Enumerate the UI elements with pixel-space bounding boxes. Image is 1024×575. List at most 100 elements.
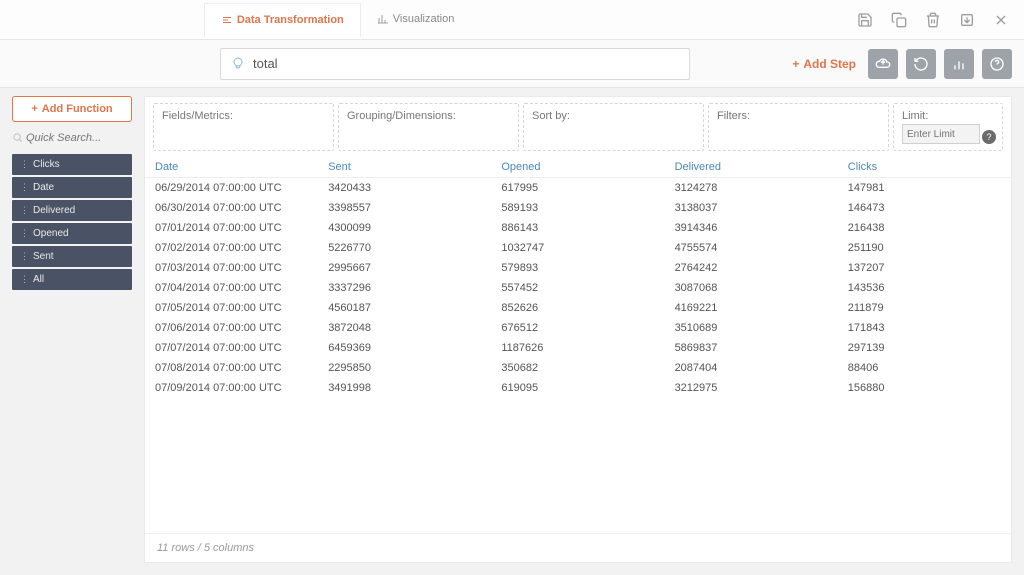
zone-label: Filters: bbox=[717, 110, 880, 122]
copy-icon[interactable] bbox=[888, 9, 910, 31]
cell-clicks: 297139 bbox=[838, 338, 1011, 358]
limit-input[interactable] bbox=[902, 124, 980, 144]
cell-delivered: 3138037 bbox=[665, 198, 838, 218]
drag-handle-icon: ⋮ bbox=[20, 205, 29, 216]
zone-limit: Limit: ? bbox=[893, 103, 1003, 151]
table-row[interactable]: 07/05/2014 07:00:00 UTC45601878526264169… bbox=[145, 298, 1011, 318]
cell-date: 07/02/2014 07:00:00 UTC bbox=[145, 238, 318, 258]
cell-opened: 886143 bbox=[491, 218, 664, 238]
step-function-input[interactable] bbox=[253, 56, 681, 71]
cell-date: 07/04/2014 07:00:00 UTC bbox=[145, 278, 318, 298]
refresh-button[interactable] bbox=[906, 49, 936, 79]
cell-date: 06/30/2014 07:00:00 UTC bbox=[145, 198, 318, 218]
close-icon[interactable] bbox=[990, 9, 1012, 31]
cell-date: 07/01/2014 07:00:00 UTC bbox=[145, 218, 318, 238]
metric-delivered[interactable]: ⋮Delivered bbox=[12, 200, 132, 221]
drag-handle-icon: ⋮ bbox=[20, 228, 29, 239]
zone-label: Fields/Metrics: bbox=[162, 110, 325, 122]
table-row[interactable]: 07/09/2014 07:00:00 UTC34919986190953212… bbox=[145, 378, 1011, 398]
cell-date: 07/07/2014 07:00:00 UTC bbox=[145, 338, 318, 358]
chart-icon bbox=[377, 13, 389, 25]
topbar: Data Transformation Visualization bbox=[0, 0, 1024, 40]
cell-sent: 3872048 bbox=[318, 318, 491, 338]
data-table: DateSentOpenedDeliveredClicks 06/29/2014… bbox=[145, 157, 1011, 398]
add-step-label: Add Step bbox=[803, 57, 856, 71]
cell-clicks: 88406 bbox=[838, 358, 1011, 378]
zone-sort[interactable]: Sort by: bbox=[523, 103, 704, 151]
cell-sent: 6459369 bbox=[318, 338, 491, 358]
col-header-delivered[interactable]: Delivered bbox=[665, 157, 838, 178]
analytics-button[interactable] bbox=[944, 49, 974, 79]
cell-delivered: 2087404 bbox=[665, 358, 838, 378]
body: + Add Function ⋮Clicks⋮Date⋮Delivered⋮Op… bbox=[0, 88, 1024, 575]
zone-fields[interactable]: Fields/Metrics: bbox=[153, 103, 334, 151]
metric-date[interactable]: ⋮ Date bbox=[12, 177, 132, 198]
drop-zones: Fields/Metrics: Grouping/Dimensions: Sor… bbox=[145, 97, 1011, 157]
table-wrap: DateSentOpenedDeliveredClicks 06/29/2014… bbox=[145, 157, 1011, 533]
cell-sent: 4560187 bbox=[318, 298, 491, 318]
cell-date: 07/08/2014 07:00:00 UTC bbox=[145, 358, 318, 378]
metric-label: Date bbox=[33, 182, 54, 193]
cell-sent: 3337296 bbox=[318, 278, 491, 298]
plus-icon: + bbox=[31, 103, 37, 115]
zone-grouping[interactable]: Grouping/Dimensions: bbox=[338, 103, 519, 151]
tab-data-transformation[interactable]: Data Transformation bbox=[204, 3, 361, 37]
metric-clicks[interactable]: ⋮Clicks bbox=[12, 154, 132, 175]
cell-date: 07/09/2014 07:00:00 UTC bbox=[145, 378, 318, 398]
transform-icon bbox=[221, 14, 233, 26]
table-header-row: DateSentOpenedDeliveredClicks bbox=[145, 157, 1011, 178]
step-row: + Add Step bbox=[0, 40, 1024, 88]
zone-label: Grouping/Dimensions: bbox=[347, 110, 510, 122]
help-button[interactable] bbox=[982, 49, 1012, 79]
metric-label: Clicks bbox=[33, 159, 60, 170]
add-step-button[interactable]: + Add Step bbox=[792, 57, 856, 71]
cell-sent: 5226770 bbox=[318, 238, 491, 258]
limit-help-icon[interactable]: ? bbox=[982, 130, 996, 144]
metric-opened[interactable]: ⋮Opened bbox=[12, 223, 132, 244]
table-row[interactable]: 07/08/2014 07:00:00 UTC22958503506822087… bbox=[145, 358, 1011, 378]
trash-icon[interactable] bbox=[922, 9, 944, 31]
step-search-box[interactable] bbox=[220, 48, 690, 80]
col-header-clicks[interactable]: Clicks bbox=[838, 157, 1011, 178]
cell-sent: 3420433 bbox=[318, 178, 491, 199]
main-panel: Fields/Metrics: Grouping/Dimensions: Sor… bbox=[144, 96, 1012, 563]
zone-label: Sort by: bbox=[532, 110, 695, 122]
cell-clicks: 143536 bbox=[838, 278, 1011, 298]
cell-date: 07/06/2014 07:00:00 UTC bbox=[145, 318, 318, 338]
table-body: 06/29/2014 07:00:00 UTC34204336179953124… bbox=[145, 178, 1011, 399]
col-header-opened[interactable]: Opened bbox=[491, 157, 664, 178]
drag-handle-icon: ⋮ bbox=[20, 182, 29, 193]
export-icon[interactable] bbox=[956, 9, 978, 31]
tab-visualization[interactable]: Visualization bbox=[361, 3, 471, 37]
save-icon[interactable] bbox=[854, 9, 876, 31]
table-row[interactable]: 06/30/2014 07:00:00 UTC33985575891933138… bbox=[145, 198, 1011, 218]
table-row[interactable]: 07/01/2014 07:00:00 UTC43000998861433914… bbox=[145, 218, 1011, 238]
cell-clicks: 156880 bbox=[838, 378, 1011, 398]
table-row[interactable]: 07/06/2014 07:00:00 UTC38720486765123510… bbox=[145, 318, 1011, 338]
tab-label: Data Transformation bbox=[237, 14, 344, 26]
table-row[interactable]: 07/02/2014 07:00:00 UTC52267701032747475… bbox=[145, 238, 1011, 258]
tab-label: Visualization bbox=[393, 13, 455, 25]
metric-label: All bbox=[33, 274, 44, 285]
col-header-date[interactable]: Date bbox=[145, 157, 318, 178]
metric-all[interactable]: ⋮All bbox=[12, 269, 132, 290]
cloud-upload-button[interactable] bbox=[868, 49, 898, 79]
metric-sent[interactable]: ⋮Sent bbox=[12, 246, 132, 267]
cell-opened: 350682 bbox=[491, 358, 664, 378]
zone-filters[interactable]: Filters: bbox=[708, 103, 889, 151]
cell-clicks: 137207 bbox=[838, 258, 1011, 278]
add-function-button[interactable]: + Add Function bbox=[12, 96, 132, 122]
quick-search-wrap bbox=[12, 128, 132, 148]
table-row[interactable]: 07/04/2014 07:00:00 UTC33372965574523087… bbox=[145, 278, 1011, 298]
quick-search-input[interactable] bbox=[12, 128, 132, 148]
cell-delivered: 3087068 bbox=[665, 278, 838, 298]
table-row[interactable]: 07/07/2014 07:00:00 UTC64593691187626586… bbox=[145, 338, 1011, 358]
cell-delivered: 2764242 bbox=[665, 258, 838, 278]
col-header-sent[interactable]: Sent bbox=[318, 157, 491, 178]
table-row[interactable]: 07/03/2014 07:00:00 UTC29956675798932764… bbox=[145, 258, 1011, 278]
cell-opened: 557452 bbox=[491, 278, 664, 298]
cell-delivered: 3212975 bbox=[665, 378, 838, 398]
cell-clicks: 251190 bbox=[838, 238, 1011, 258]
table-row[interactable]: 06/29/2014 07:00:00 UTC34204336179953124… bbox=[145, 178, 1011, 199]
cell-opened: 1187626 bbox=[491, 338, 664, 358]
